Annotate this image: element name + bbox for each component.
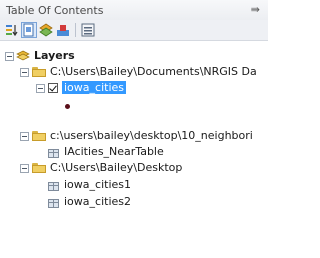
panel-title: Table Of Contents bbox=[6, 4, 104, 17]
panel-title-bar[interactable]: Table Of Contents ⇛ bbox=[0, 0, 268, 20]
auto-hide-pin-icon[interactable]: ⇛ bbox=[251, 3, 260, 16]
folder-icon bbox=[32, 67, 46, 77]
table-label[interactable]: iowa_cities1 bbox=[64, 178, 131, 191]
layers-root-label[interactable]: Layers bbox=[34, 49, 75, 62]
folder-icon bbox=[32, 131, 46, 141]
options-icon[interactable] bbox=[80, 22, 96, 38]
standalone-table-icon bbox=[48, 149, 59, 158]
table-label[interactable]: iowa_cities2 bbox=[64, 195, 131, 208]
folder-collapse-toggle[interactable] bbox=[20, 164, 29, 173]
folder-collapse-toggle[interactable] bbox=[20, 68, 29, 77]
layer-visibility-checkbox[interactable] bbox=[48, 83, 58, 93]
list-by-selection-icon[interactable] bbox=[55, 22, 71, 38]
layer-label-iowa-cities[interactable]: iowa_cities bbox=[62, 81, 126, 94]
toolbar-separator bbox=[75, 23, 76, 37]
folder-path-label[interactable]: C:\Users\Bailey\Desktop bbox=[50, 161, 182, 174]
folder-collapse-toggle[interactable] bbox=[20, 132, 29, 141]
list-by-visibility-icon[interactable] bbox=[38, 22, 54, 38]
list-by-drawing-order-icon[interactable] bbox=[4, 22, 20, 38]
point-symbol-icon[interactable] bbox=[65, 104, 70, 109]
layers-collapse-toggle[interactable] bbox=[5, 52, 14, 61]
folder-path-label[interactable]: c:\users\bailey\desktop\10_neighbori bbox=[50, 129, 253, 142]
layers-data-frame-icon bbox=[16, 50, 30, 62]
list-by-source-icon[interactable] bbox=[21, 22, 37, 38]
table-of-contents-panel: Table Of Contents ⇛ Layers C:\Users\Bail… bbox=[0, 0, 268, 258]
standalone-table-icon bbox=[48, 182, 59, 191]
layer-collapse-toggle[interactable] bbox=[36, 84, 45, 93]
toc-toolbar bbox=[0, 20, 268, 41]
folder-path-label[interactable]: C:\Users\Bailey\Documents\NRGIS Da bbox=[50, 65, 257, 78]
table-label[interactable]: IAcities_NearTable bbox=[64, 145, 164, 158]
standalone-table-icon bbox=[48, 199, 59, 208]
folder-icon bbox=[32, 163, 46, 173]
